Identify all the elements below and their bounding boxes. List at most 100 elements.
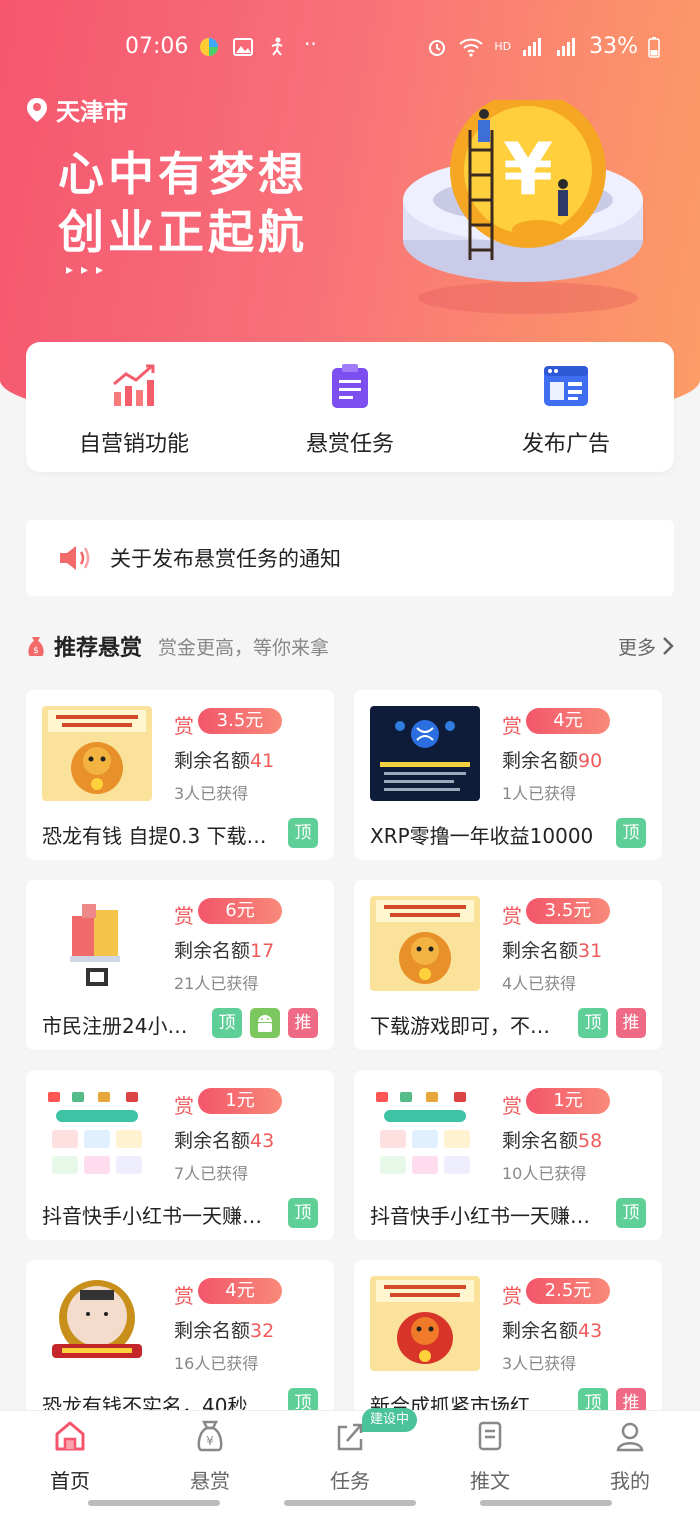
task-card[interactable]: 赏 3.5元 剩余名额41 3人已获得 恐龙有钱 自提0.3 下载… 顶 [26, 690, 334, 860]
task-card[interactable]: 赏 3.5元 剩余名额31 4人已获得 下载游戏即可，不… 顶 推 [354, 880, 662, 1050]
task-tags: 顶 [616, 818, 646, 848]
gallery-icon [233, 38, 253, 56]
function-reward-task[interactable]: 悬赏任务 [242, 342, 458, 472]
location-pin-icon [27, 97, 47, 122]
task-tags: 顶 推 [212, 1008, 318, 1038]
task-title: 恐龙有钱 自提0.3 下载… [42, 824, 267, 848]
tab-label: 我的 [610, 1469, 650, 1493]
tab-label: 首页 [50, 1469, 90, 1493]
section-subtitle: 赏金更高，等你来拿 [158, 636, 330, 659]
tag-push: 推 [288, 1008, 318, 1038]
svg-text:¥: ¥ [206, 1434, 214, 1448]
tab-article[interactable]: 推文 [445, 1419, 535, 1494]
tab-home[interactable]: 首页 [25, 1419, 115, 1494]
tab-reward[interactable]: ¥ 悬赏 [165, 1419, 255, 1494]
tag-android [250, 1008, 280, 1038]
remaining-label: 剩余名额 [502, 750, 579, 772]
task-tags: 顶 推 [578, 1008, 646, 1038]
notice-bar[interactable]: 关于发布悬赏任务的通知 [26, 520, 674, 596]
task-thumbnail [370, 896, 480, 991]
remaining-slots: 剩余名额90 [502, 746, 602, 773]
gesture-bar-right [480, 1500, 612, 1506]
more-link[interactable]: 更多 [618, 633, 674, 660]
tab-mine[interactable]: 我的 [585, 1419, 675, 1494]
tag-top: 顶 [288, 818, 318, 848]
task-tags: 顶 [616, 1198, 646, 1228]
remaining-count: 31 [578, 940, 603, 962]
remaining-slots: 剩余名额43 [174, 1126, 274, 1153]
tab-label: 悬赏 [190, 1469, 230, 1493]
status-time: 07:06 [125, 34, 189, 59]
status-right: HD 33% [426, 34, 660, 59]
remaining-count: 32 [250, 1320, 275, 1342]
reward-label: 赏 [502, 1284, 522, 1308]
task-title: 抖音快手小红书一天赚… [370, 1204, 590, 1228]
slogan-line-2: 创业正起航 [58, 205, 308, 259]
location-selector[interactable]: 天津市 [26, 92, 128, 127]
task-card[interactable]: 赏 2.5元 剩余名额43 3人已获得 新合成抓紧市场红… 顶 推 [354, 1260, 662, 1430]
remaining-slots: 剩余名额31 [502, 936, 602, 963]
signal-icon [523, 37, 542, 56]
more-label: 更多 [617, 636, 656, 659]
section-header: $ 推荐悬赏 赏金更高，等你来拿 更多 [26, 626, 674, 666]
under-construction-badge: 建设中 [362, 1408, 418, 1432]
reward-label: 赏 [502, 714, 522, 738]
task-tags: 顶 [288, 818, 318, 848]
remaining-count: 41 [250, 750, 275, 772]
task-card[interactable]: 赏 6元 剩余名额17 21人已获得 市民注册24小… 顶 推 [26, 880, 334, 1050]
reward-amount: 6元 [198, 898, 282, 924]
obtained-count: 1人已获得 [502, 784, 577, 803]
function-label: 悬赏任务 [305, 432, 394, 457]
remaining-label: 剩余名额 [502, 1320, 579, 1342]
svg-text:$: $ [33, 646, 39, 656]
reward-amount: 3.5元 [526, 898, 610, 924]
reward-amount: 4元 [198, 1278, 282, 1304]
tag-push: 推 [616, 1008, 646, 1038]
task-card[interactable]: 赏 1元 剩余名额43 7人已获得 抖音快手小红书一天赚… 顶 [26, 1070, 334, 1240]
slogan-line-1: 心中有梦想 [58, 147, 308, 201]
function-self-marketing[interactable]: 自营销功能 [26, 342, 242, 472]
reward-amount: 3.5元 [198, 708, 282, 734]
reward-label: 赏 [502, 904, 522, 928]
task-thumbnail [370, 1086, 480, 1181]
clipboard-icon [332, 364, 368, 408]
tag-top: 顶 [616, 1198, 646, 1228]
obtained-count: 21人已获得 [174, 974, 259, 993]
function-label: 发布广告 [521, 432, 610, 457]
task-card[interactable]: 赏 1元 剩余名额58 10人已获得 抖音快手小红书一天赚… 顶 [354, 1070, 662, 1240]
obtained-count: 16人已获得 [174, 1354, 259, 1373]
function-card: 自营销功能 悬赏任务 发布广告 [26, 342, 674, 472]
remaining-label: 剩余名额 [174, 1320, 251, 1342]
task-title: 市民注册24小… [42, 1014, 188, 1038]
wifi-icon [459, 38, 484, 57]
function-publish-ad[interactable]: 发布广告 [458, 342, 674, 472]
alarm-icon [429, 39, 446, 56]
task-thumbnail [42, 1086, 152, 1181]
browser-window-icon [544, 366, 588, 406]
gesture-bar-center [284, 1500, 416, 1506]
reward-label: 赏 [174, 1094, 194, 1118]
more-notifications-icon: ·· [304, 32, 317, 56]
obtained-count: 7人已获得 [174, 1164, 249, 1183]
battery-icon [648, 36, 660, 58]
task-thumbnail [370, 706, 480, 801]
tab-label: 推文 [470, 1469, 510, 1493]
tag-top: 顶 [288, 1198, 318, 1228]
task-thumbnail [42, 896, 152, 991]
tag-top: 顶 [212, 1008, 242, 1038]
obtained-count: 4人已获得 [502, 974, 577, 993]
task-card[interactable]: 赏 4元 剩余名额32 16人已获得 恐龙有钱不实名，40秒… 顶 [26, 1260, 334, 1430]
reward-label: 赏 [502, 1094, 522, 1118]
task-card[interactable]: 赏 4元 剩余名额90 1人已获得 XRP零撸一年收益10000 顶 [354, 690, 662, 860]
reward-label: 赏 [174, 904, 194, 928]
tab-label: 任务 [330, 1469, 370, 1493]
obtained-count: 10人已获得 [502, 1164, 587, 1183]
home-icon [55, 1421, 85, 1451]
signal-2-icon [557, 37, 576, 56]
chevron-right-icon [663, 637, 674, 655]
task-thumbnail [370, 1276, 480, 1371]
remaining-count: 90 [578, 750, 603, 772]
task-tags: 顶 [288, 1198, 318, 1228]
remaining-count: 43 [250, 1130, 275, 1152]
android-icon [258, 1015, 272, 1032]
